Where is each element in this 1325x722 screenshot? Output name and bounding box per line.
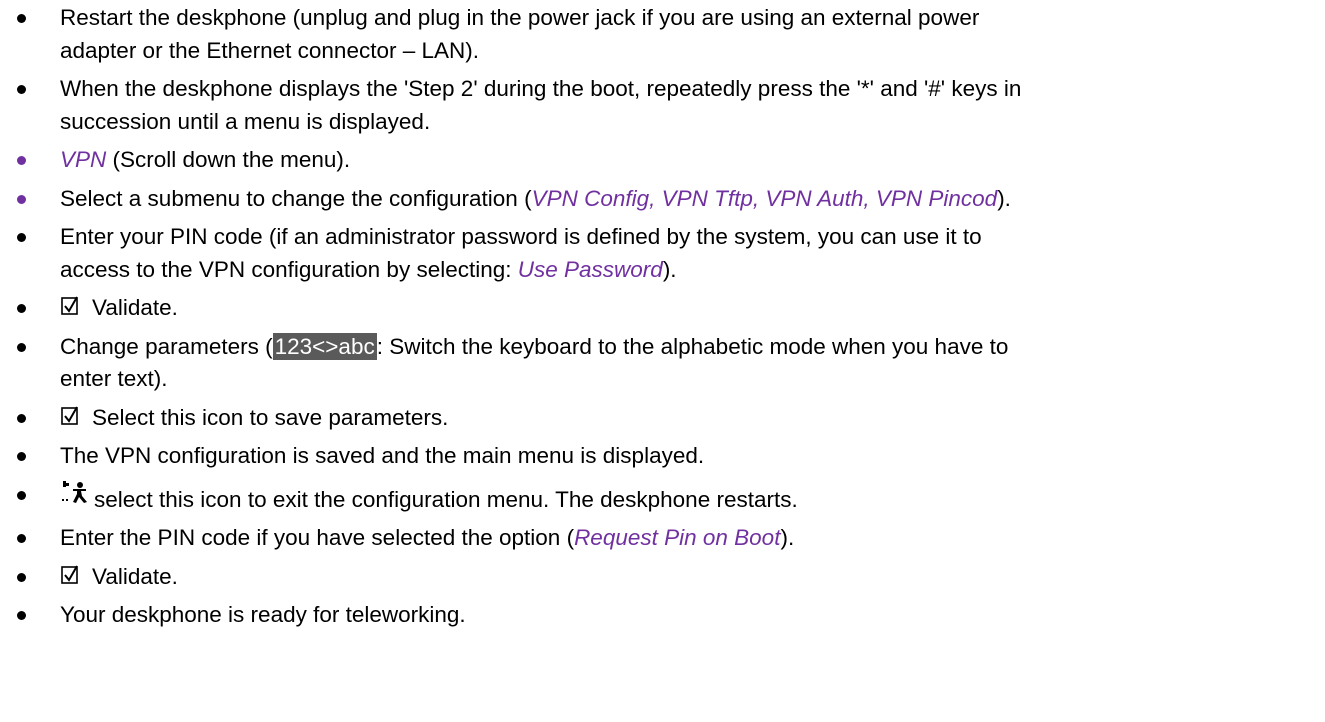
step-boot-pin-post: ). (780, 525, 795, 550)
list-item: VPN (Scroll down the menu). (0, 144, 1325, 177)
list-item: When the deskphone displays the 'Step 2'… (0, 73, 1325, 138)
checkbox-check-icon (61, 406, 78, 425)
list-item: Select this icon to save parameters. (0, 402, 1325, 435)
bullet-icon (17, 572, 26, 582)
step-submenu-post: ). (997, 185, 1011, 211)
step-submenu-pre: Select a submenu to change the configura… (60, 185, 532, 211)
step-boot-pin-pre: Enter the PIN code if you have selected … (60, 525, 575, 550)
list-item: Select a submenu to change the configura… (0, 183, 1325, 216)
step-boot-line2: succession until a menu is displayed. (60, 108, 431, 134)
bullet-icon (17, 14, 26, 23)
menu-option-use-password: Use Password (517, 256, 663, 282)
list-item: Change parameters (123<>abc: Switch the … (0, 331, 1325, 396)
step-params-post: : Switch the keyboard to the alphabetic … (376, 333, 1009, 359)
bullet-icon (17, 534, 26, 543)
step-validate-text: Validate. (92, 295, 178, 320)
step-boot-line1: When the deskphone displays the 'Step 2'… (60, 76, 1022, 101)
bullet-icon (17, 304, 26, 313)
bullet-icon (17, 85, 26, 94)
menu-option-vpn: VPN (60, 147, 107, 172)
bullet-icon (17, 452, 26, 461)
list-item: The VPN configuration is saved and the m… (0, 440, 1325, 473)
bullet-icon (17, 490, 26, 500)
list-item: Validate. (0, 292, 1325, 325)
bullet-icon (17, 156, 26, 165)
menu-option-request-pin: Request Pin on Boot (574, 525, 781, 550)
bullet-icon (17, 233, 26, 242)
list-item: Enter your PIN code (if an administrator… (0, 221, 1325, 286)
list-item: Enter the PIN code if you have selected … (0, 522, 1325, 555)
step-pin-line2-pre: access to the VPN configuration by selec… (60, 256, 518, 282)
bullet-icon (17, 611, 26, 620)
list-item: Your deskphone is ready for teleworking. (0, 599, 1325, 632)
step-pin-line1: Enter your PIN code (if an administrator… (60, 224, 982, 249)
step-params-line2: enter text). (60, 366, 168, 391)
step-saved-text: The VPN configuration is saved and the m… (60, 443, 705, 468)
step-params-pre: Change parameters ( (60, 333, 273, 359)
list-item: Validate. (0, 561, 1325, 594)
step-vpn-text: (Scroll down the menu). (106, 147, 351, 172)
bullet-icon (17, 413, 26, 423)
instruction-list: Restart the deskphone (unplug and plug i… (0, 2, 1325, 632)
bullet-icon (17, 194, 26, 204)
keyboard-mode-badge: 123<>abc (272, 332, 377, 360)
list-item: Restart the deskphone (unplug and plug i… (0, 2, 1325, 67)
checkbox-check-icon (61, 296, 78, 315)
step-restart-line1: Restart the deskphone (unplug and plug i… (60, 5, 980, 30)
step-ready-text: Your deskphone is ready for teleworking. (60, 602, 466, 627)
step-exit-text: select this icon to exit the configurati… (94, 486, 798, 512)
exit-running-man-icon (62, 480, 87, 503)
submenu-options: VPN Config, VPN Tftp, VPN Auth, VPN Pinc… (531, 185, 998, 211)
bullet-icon (17, 342, 26, 352)
list-item: select this icon to exit the configurati… (0, 479, 1325, 517)
step-save-text: Select this icon to save parameters. (92, 404, 449, 430)
step-restart-line2: adapter or the Ethernet connector – LAN)… (60, 37, 479, 63)
step-pin-line2-post: ). (662, 256, 677, 282)
step-validate-text-2: Validate. (92, 563, 178, 589)
checkbox-check-icon (61, 565, 78, 584)
